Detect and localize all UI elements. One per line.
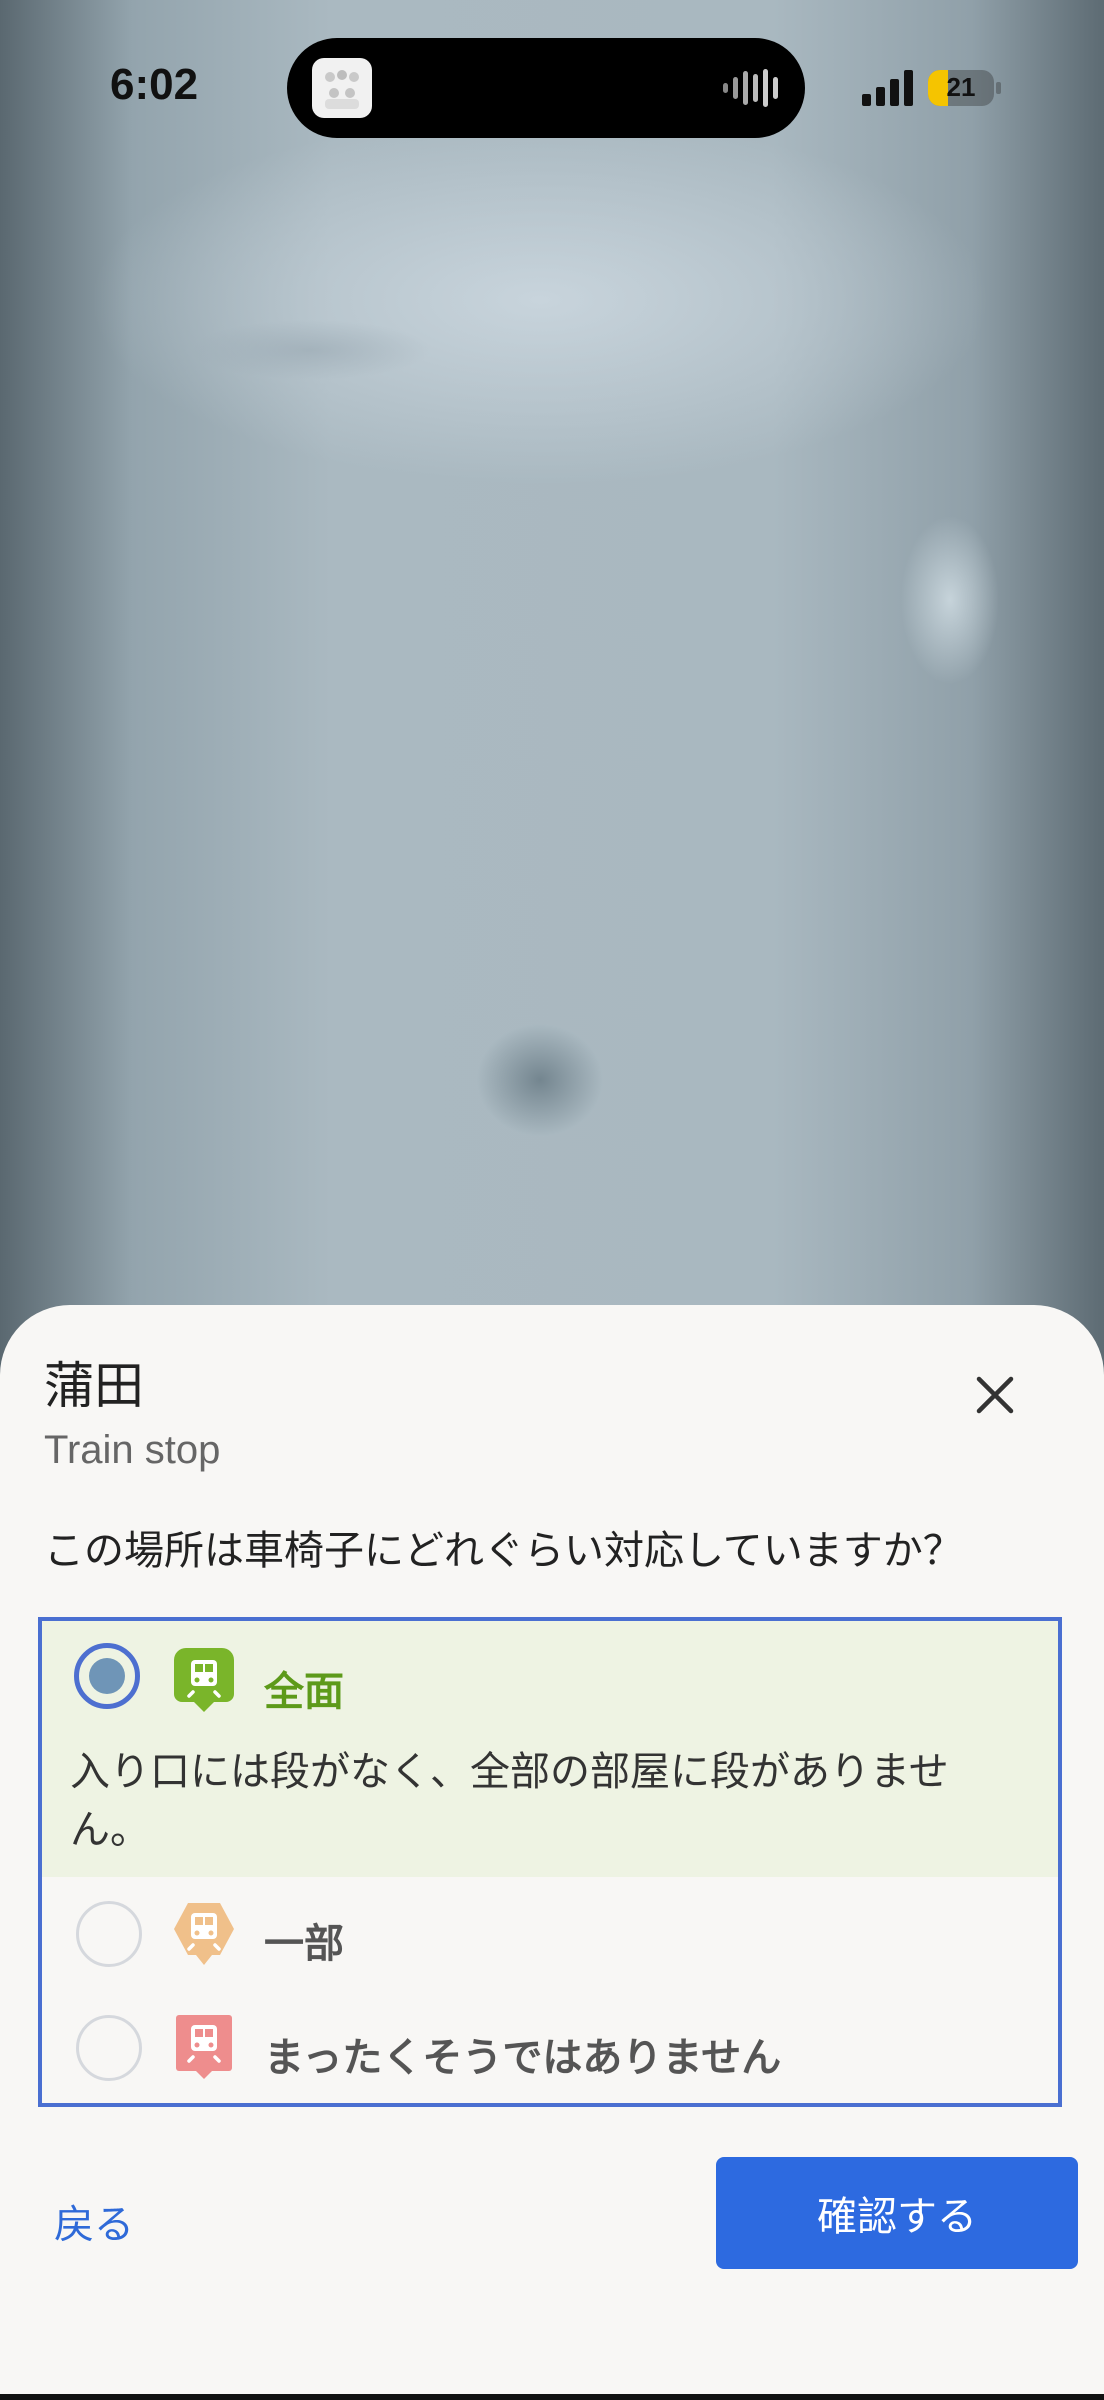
- close-button[interactable]: [960, 1360, 1030, 1430]
- place-type: Train stop: [44, 1428, 221, 1472]
- train-icon-green: [174, 1648, 234, 1712]
- option-full-access-label: 全面: [264, 1669, 344, 1715]
- option-full-access-description: 入り口には段がなく、全部の部屋に段がありません。: [70, 1749, 949, 1853]
- place-name: 蒲田: [44, 1357, 144, 1415]
- status-time: 6:02: [110, 60, 199, 109]
- battery-cap: [996, 82, 1001, 94]
- accessibility-question: この場所は車椅子にどれぐらい対応していますか？: [44, 1528, 963, 1574]
- option-partial-access[interactable]: 一部: [42, 1877, 1058, 1993]
- bottom-edge: [0, 2394, 1104, 2400]
- close-icon: [976, 1376, 1014, 1414]
- radio-partial-access[interactable]: [76, 1901, 142, 1967]
- wheelchair-options-group: 全面 入り口には段がなく、全部の部屋に段がありません。 一部 まったくそうではあ…: [38, 1617, 1062, 2107]
- battery-icon: 21: [928, 70, 994, 106]
- radio-full-access[interactable]: [74, 1643, 140, 1709]
- radio-no-access[interactable]: [76, 2015, 142, 2081]
- dynamic-island[interactable]: [287, 38, 805, 138]
- train-icon-orange: [174, 1903, 234, 1965]
- cellular-signal-icon: [862, 70, 913, 106]
- option-no-access-label: まったくそうではありません: [264, 2035, 782, 2081]
- blurred-map-background: [0, 0, 1104, 1400]
- option-partial-access-label: 一部: [264, 1921, 344, 1967]
- option-no-access[interactable]: まったくそうではありません: [42, 1993, 1058, 2103]
- audio-waveform-icon: [723, 69, 778, 107]
- battery-level: 21: [946, 72, 976, 102]
- option-full-access[interactable]: 全面 入り口には段がなく、全部の部屋に段がありません。: [42, 1621, 1058, 1877]
- back-button[interactable]: 戻る: [54, 2192, 134, 2250]
- confirm-button[interactable]: 確認する: [716, 2157, 1078, 2269]
- train-icon-red: [176, 2015, 232, 2079]
- now-playing-artwork: [312, 58, 372, 118]
